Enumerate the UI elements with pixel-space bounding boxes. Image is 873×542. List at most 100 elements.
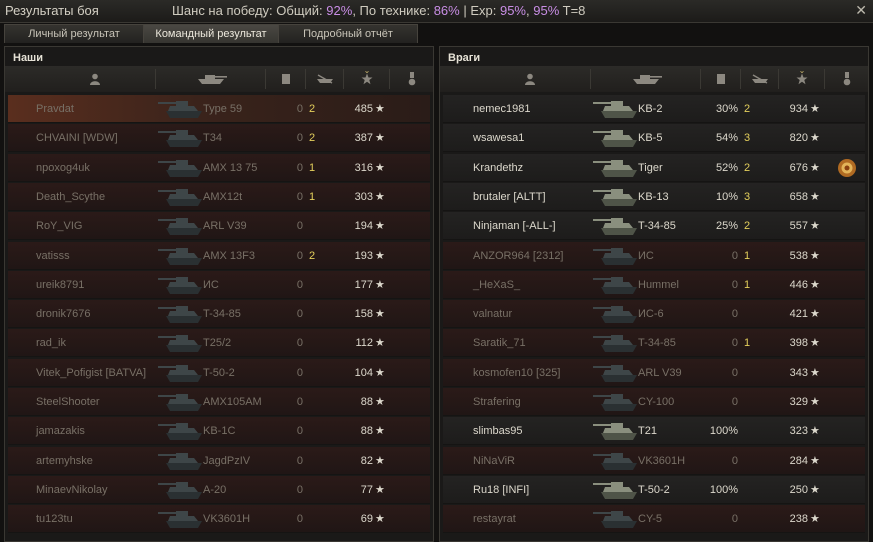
player-row[interactable]: kosmofen10 [325] ARL V39 0 343 ★	[443, 358, 865, 387]
close-icon[interactable]: ✕	[855, 2, 867, 19]
tank-icon	[158, 97, 208, 121]
xp-value: 820	[789, 132, 808, 145]
kills-value: 3	[743, 132, 751, 145]
spotted-value: 0	[296, 132, 303, 145]
kills-value: 2	[308, 249, 316, 262]
xp-value: 158	[354, 308, 373, 321]
player-row[interactable]: Ru18 [INFI] T-50-2 100% 250 ★	[443, 475, 865, 504]
player-row[interactable]: brutaler [ALTT] KB-13 10% 3 658 ★	[443, 182, 865, 211]
player-row[interactable]: slimbas95 T21 100% 323 ★	[443, 417, 865, 446]
xp-value: 323	[789, 425, 808, 438]
tank-icon	[593, 244, 643, 268]
column-header: ⌄	[5, 66, 433, 92]
battle-stats: Шанс на победу: Общий: 92%, По технике: …	[172, 3, 585, 18]
player-row[interactable]: Death_Scythe AMX12t 0 1 303 ★	[8, 182, 430, 211]
xp-column-icon[interactable]: ⌄	[778, 66, 825, 89]
player-row[interactable]: rad_ik T25/2 0 112 ★	[8, 329, 430, 358]
player-row[interactable]: ureik8791 ИС 0 177 ★	[8, 270, 430, 299]
kills-value: 2	[308, 103, 316, 115]
tank-icon	[158, 331, 208, 355]
tank-icon	[593, 302, 643, 326]
tier-label: T=8	[559, 3, 586, 18]
player-row[interactable]: Pravdat Type 59 0 2 485 ★	[8, 95, 430, 123]
exp-value-1: 95%	[499, 3, 526, 18]
star-icon: ★	[810, 425, 820, 438]
player-row[interactable]: nemec1981 KB-2 30% 2 934 ★	[443, 95, 865, 123]
tab-team-result[interactable]: Командный результат	[143, 24, 279, 43]
player-name: RoY_VIG	[36, 220, 83, 233]
spotted-value: 52%	[715, 161, 738, 174]
player-column-icon[interactable]	[470, 69, 590, 89]
tank-icon	[158, 419, 208, 443]
tank-name: AMX 13 75	[203, 161, 258, 174]
spotted-value: 0	[296, 454, 303, 467]
tank-name: Type 59	[203, 103, 243, 115]
tab-personal-result[interactable]: Личный результат	[4, 24, 144, 43]
player-row[interactable]: _HeXaS_ Hummel 0 1 446 ★	[443, 270, 865, 299]
tank-name: ARL V39	[203, 220, 247, 233]
sort-indicator-icon: ⌄	[363, 66, 371, 75]
tank-column-icon[interactable]	[590, 69, 701, 89]
tank-name: KB-2	[638, 103, 663, 115]
player-row[interactable]: restayrat CY-5 0 238 ★	[443, 505, 865, 534]
player-row[interactable]: Saratik_71 T-34-85 0 1 398 ★	[443, 329, 865, 358]
xp-value: 485	[354, 103, 373, 115]
player-row[interactable]: MinaevNikolay A-20 0 77 ★	[8, 475, 430, 504]
player-row[interactable]: npoxog4uk AMX 13 75 0 1 316 ★	[8, 153, 430, 182]
player-row[interactable]: vatisss AMX 13F3 0 2 193 ★	[8, 241, 430, 270]
xp-value: 88	[360, 425, 373, 438]
tab-detailed-report[interactable]: Подробный отчёт	[278, 24, 418, 43]
star-icon: ★	[375, 454, 385, 467]
player-row[interactable]: wsawesa1 KB-5 54% 3 820 ★	[443, 124, 865, 153]
kills-column-icon[interactable]	[305, 69, 344, 89]
xp-value: 303	[354, 190, 373, 203]
player-row[interactable]: Strafering CY-100 0 329 ★	[443, 388, 865, 416]
player-row[interactable]: CHVAINI [WDW] T34 0 2 387 ★	[8, 124, 430, 153]
player-row[interactable]: artemyhske JagdPzIV 0 82 ★	[8, 446, 430, 475]
tank-icon	[158, 507, 208, 531]
spotted-value: 0	[296, 396, 303, 408]
player-row[interactable]: jamazakis KB-1C 0 88 ★	[8, 417, 430, 446]
medal-column-icon[interactable]	[824, 69, 869, 89]
spotted-value: 0	[731, 513, 738, 526]
xp-column-icon[interactable]: ⌄	[343, 66, 390, 89]
tank-name: T-34-85	[638, 337, 676, 350]
kills-column-icon[interactable]	[740, 69, 779, 89]
player-row[interactable]: dronik7676 T-34-85 0 158 ★	[8, 300, 430, 329]
xp-value: 538	[789, 249, 808, 262]
tank-column-icon[interactable]	[155, 69, 266, 89]
player-row[interactable]: Vitek_Pofigist [BATVA] T-50-2 0 104 ★	[8, 358, 430, 387]
player-column-icon[interactable]	[35, 69, 155, 89]
player-row[interactable]: SteelShooter AMX105AM 0 88 ★	[8, 388, 430, 416]
player-row[interactable]: valnatur ИС-6 0 421 ★	[443, 300, 865, 329]
spotted-column-icon[interactable]	[700, 69, 741, 89]
player-name: Krandethz	[473, 161, 524, 174]
spotted-value: 0	[296, 483, 303, 496]
tank-name: CY-5	[638, 513, 663, 526]
player-row[interactable]: Ninjaman [-ALL-] T-34-85 25% 2 557 ★	[443, 212, 865, 241]
player-row[interactable]: Krandethz Tiger 52% 2 676 ★	[443, 153, 865, 182]
tank-icon	[593, 507, 643, 531]
tank-icon	[593, 156, 643, 180]
medal-column-icon[interactable]	[389, 69, 434, 89]
player-row[interactable]: NiNaViR VK3601H 0 284 ★	[443, 446, 865, 475]
star-icon: ★	[375, 278, 385, 291]
tank-icon	[158, 478, 208, 502]
player-row[interactable]: tu123tu VK3601H 0 69 ★	[8, 505, 430, 534]
tank-name: A-20	[203, 483, 227, 496]
player-row[interactable]: RoY_VIG ARL V39 0 194 ★	[8, 212, 430, 241]
spotted-value: 0	[296, 190, 303, 203]
star-icon: ★	[810, 483, 820, 496]
player-name: wsawesa1	[473, 132, 525, 145]
tank-icon	[593, 214, 643, 238]
tank-icon	[158, 185, 208, 209]
spotted-column-icon[interactable]	[265, 69, 306, 89]
spotted-value: 25%	[715, 220, 738, 233]
tank-name: ИС	[638, 249, 654, 262]
spotted-value: 0	[296, 278, 303, 291]
medal-icon[interactable]	[837, 158, 857, 178]
player-row[interactable]: ANZOR964 [2312] ИС 0 1 538 ★	[443, 241, 865, 270]
kills-value: 1	[743, 278, 751, 291]
spotted-value: 30%	[715, 103, 738, 115]
tech-label: , По технике:	[352, 3, 434, 18]
